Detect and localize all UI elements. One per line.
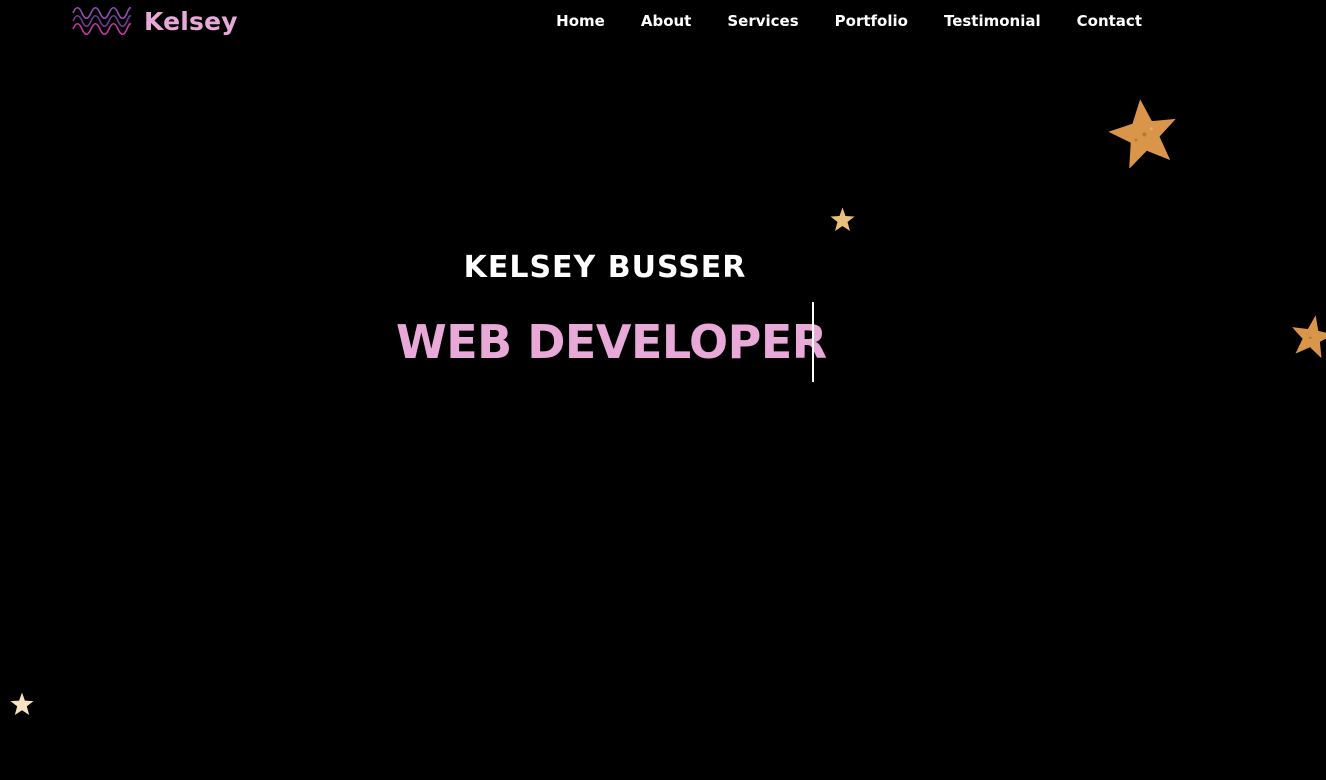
star-icon: [830, 207, 855, 231]
nav-link-about[interactable]: About: [641, 12, 692, 30]
typing-cursor: [812, 302, 814, 382]
hero-role: WEB DEVELOPER: [396, 315, 827, 369]
nav-item: Home: [556, 11, 605, 30]
nav-link-contact[interactable]: Contact: [1077, 12, 1142, 30]
nav-link-services[interactable]: Services: [727, 12, 798, 30]
nav-link-portfolio[interactable]: Portfolio: [835, 12, 908, 30]
nav-menu: Home About Services Portfolio Testimonia…: [556, 11, 1142, 30]
typed-role-container: WEB DEVELOPER: [396, 302, 827, 382]
nav-item: About: [641, 11, 692, 30]
wave-lines-icon: [72, 6, 132, 36]
nav-link-testimonial[interactable]: Testimonial: [944, 12, 1041, 30]
nav-link-home[interactable]: Home: [556, 12, 605, 30]
star-icon: [1292, 315, 1326, 358]
nav-item: Services: [727, 11, 798, 30]
hero-section: KELSEY BUSSER WEB DEVELOPER: [0, 250, 1326, 382]
nav-item: Contact: [1077, 11, 1142, 30]
nav-item: Portfolio: [835, 11, 908, 30]
nav-item: Testimonial: [944, 11, 1041, 30]
brand-name: Kelsey: [144, 6, 238, 36]
navbar: Kelsey Home About Services Portfolio Tes…: [0, 0, 1326, 44]
brand-link[interactable]: Kelsey: [72, 4, 238, 38]
star-icon: [1108, 99, 1176, 168]
star-icon: [10, 692, 34, 716]
hero-name: KELSEY BUSSER: [463, 250, 747, 285]
